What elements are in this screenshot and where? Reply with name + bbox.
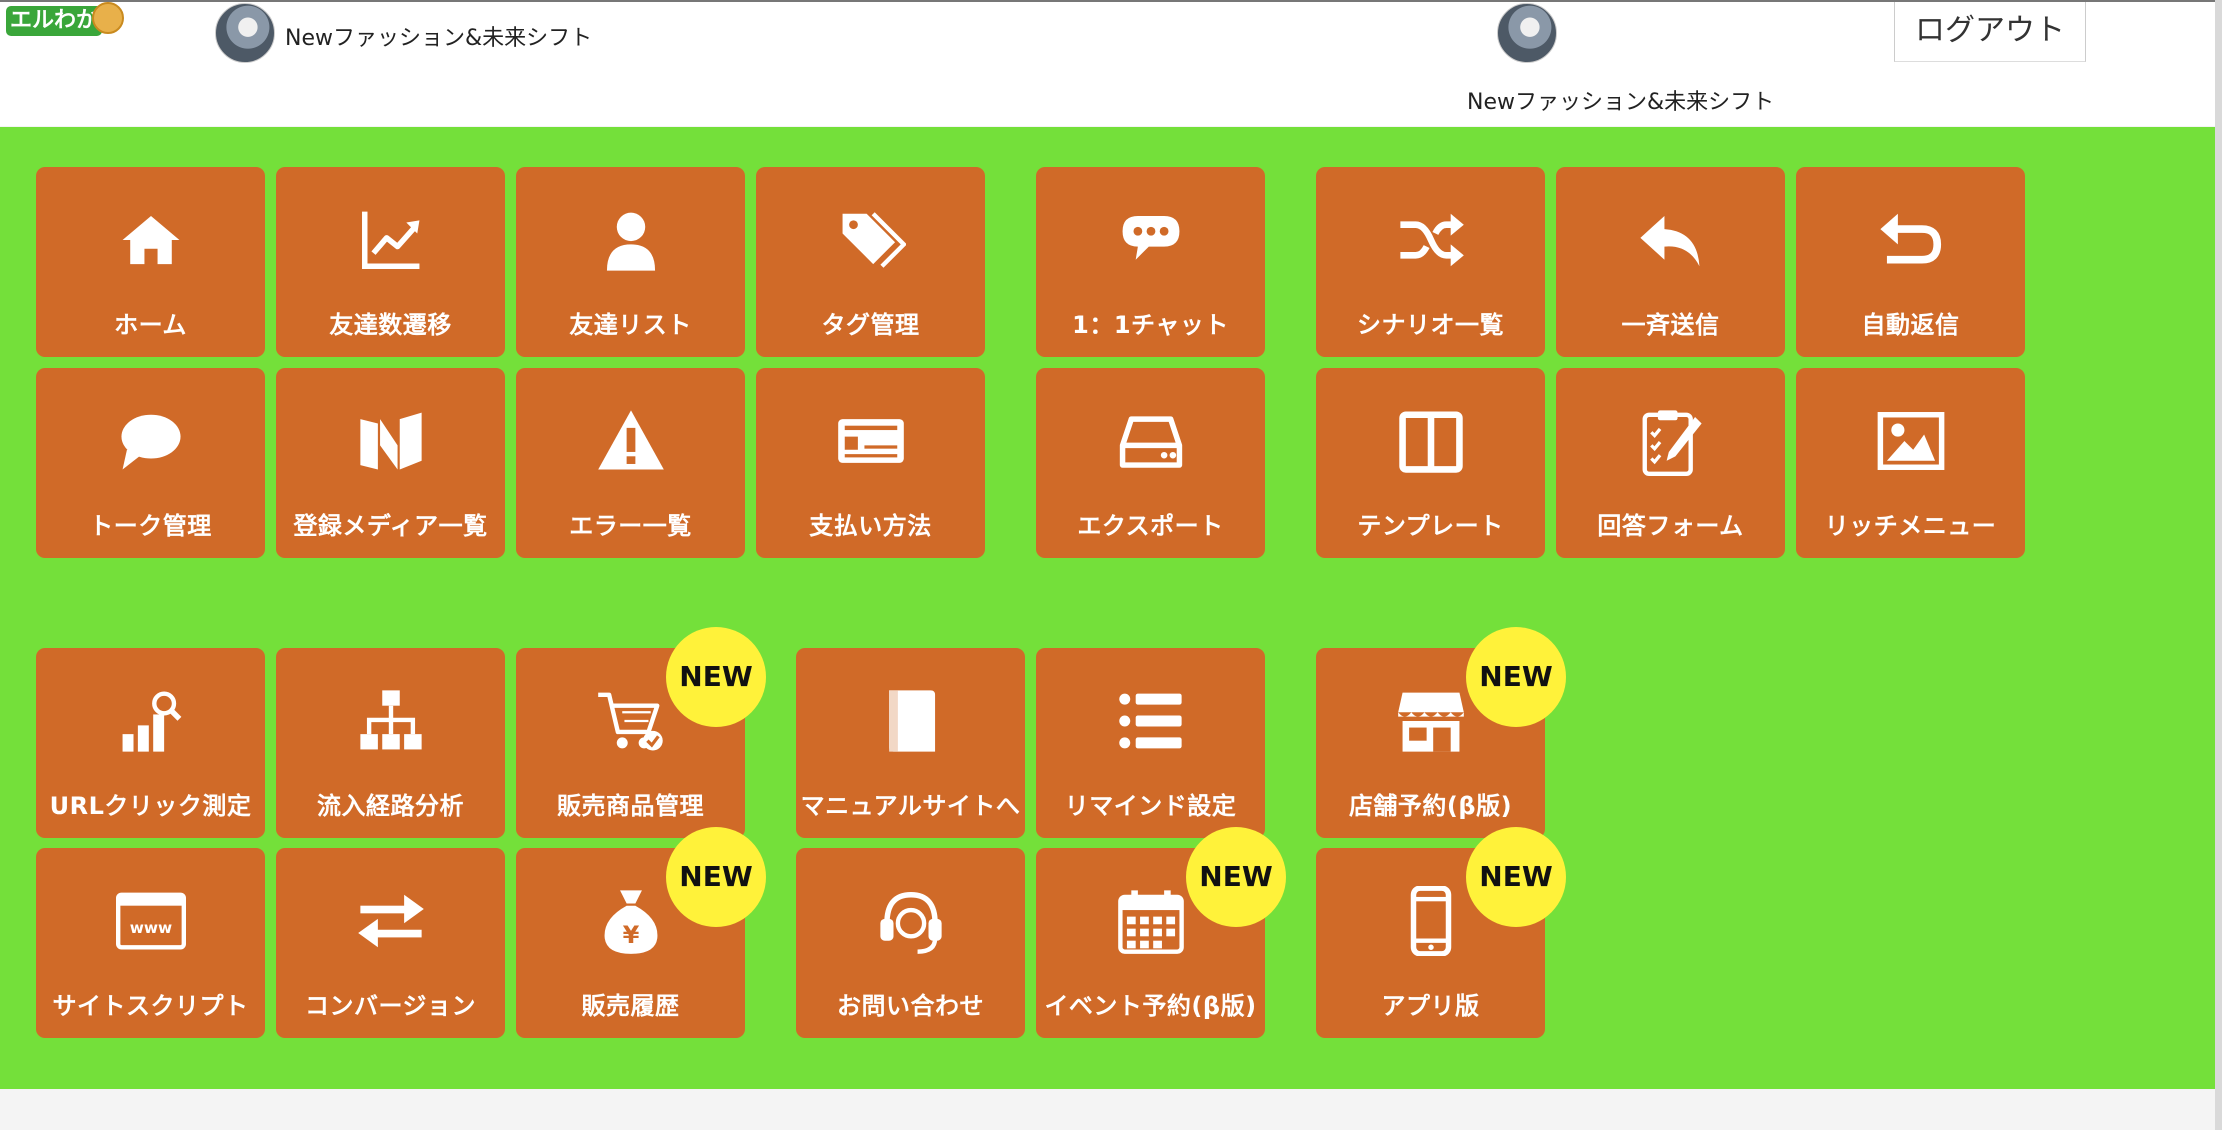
- svg-text:¥: ¥: [622, 921, 639, 949]
- tile-label: リッチメニュー: [1824, 512, 1997, 540]
- tile-home[interactable]: ホーム: [36, 167, 265, 357]
- tile-answer-form[interactable]: 回答フォーム: [1556, 368, 1785, 558]
- tile-label: 1：1チャット: [1072, 311, 1229, 339]
- book-icon: [796, 686, 1025, 756]
- shuffle-icon: [1316, 205, 1545, 275]
- tile-broadcast[interactable]: 一斉送信: [1556, 167, 1785, 357]
- new-badge: NEW: [1466, 627, 1566, 727]
- reply-icon: [1556, 205, 1785, 275]
- clipboard-icon: [1556, 406, 1785, 476]
- tile-label: トーク管理: [89, 512, 212, 540]
- tile-label: 販売商品管理: [557, 792, 704, 820]
- logout-button[interactable]: ログアウト: [1894, 2, 2086, 62]
- new-badge: NEW: [1186, 827, 1286, 927]
- speech-bubble-icon: [36, 406, 265, 476]
- account-name-right: Newファッション&未来シフト: [1467, 90, 1775, 115]
- new-badge: NEW: [666, 827, 766, 927]
- image-icon: [1796, 406, 2025, 476]
- tile-label: 回答フォーム: [1597, 512, 1744, 540]
- tile-friend-list[interactable]: 友達リスト: [516, 167, 745, 357]
- sitemap-icon: [276, 686, 505, 756]
- scrollbar[interactable]: [2215, 0, 2222, 1130]
- tile-manual-site[interactable]: マニュアルサイトへ: [796, 648, 1025, 838]
- tile-label: サイトスクリプト: [52, 992, 249, 1020]
- chat-dots-icon: [1036, 205, 1265, 275]
- tile-url-click[interactable]: URLクリック測定: [36, 648, 265, 838]
- www-icon: www: [36, 886, 265, 956]
- tile-conversion[interactable]: コンバージョン: [276, 848, 505, 1038]
- account-name-left: Newファッション&未来シフト: [285, 26, 593, 51]
- tile-chat[interactable]: 1：1チャット: [1036, 167, 1265, 357]
- warning-icon: [516, 406, 745, 476]
- home-icon: [36, 205, 265, 275]
- tile-rich-menu[interactable]: リッチメニュー: [1796, 368, 2025, 558]
- tags-icon: [756, 205, 985, 275]
- account-avatar-left[interactable]: [215, 3, 275, 63]
- credit-card-icon: [756, 406, 985, 476]
- new-badge: NEW: [666, 627, 766, 727]
- tile-label: お問い合わせ: [837, 992, 984, 1020]
- tile-label: タグ管理: [821, 311, 920, 339]
- tile-label: エラー一覧: [569, 512, 692, 540]
- tile-label: アプリ版: [1381, 992, 1480, 1020]
- tile-label: イベント予約(β版): [1044, 992, 1257, 1020]
- tile-label: シナリオ一覧: [1357, 311, 1504, 339]
- user-icon: [516, 205, 745, 275]
- tile-label: 支払い方法: [809, 512, 932, 540]
- tile-label: 登録メディア一覧: [293, 512, 488, 540]
- tile-payment[interactable]: 支払い方法: [756, 368, 985, 558]
- tile-talk-manage[interactable]: トーク管理: [36, 368, 265, 558]
- tile-contact[interactable]: お問い合わせ: [796, 848, 1025, 1038]
- tile-error-list[interactable]: エラー一覧: [516, 368, 745, 558]
- mascot-icon: [92, 2, 124, 34]
- app-logo[interactable]: エルわか: [6, 6, 102, 36]
- tile-template[interactable]: テンプレート: [1316, 368, 1545, 558]
- tile-label: URLクリック測定: [49, 792, 252, 820]
- undo-icon: [1796, 205, 2025, 275]
- svg-text:www: www: [129, 919, 171, 937]
- tile-label: コンバージョン: [304, 992, 477, 1020]
- account-avatar-right[interactable]: [1497, 3, 1557, 63]
- exchange-icon: [276, 886, 505, 956]
- tile-label: リマインド設定: [1064, 792, 1237, 820]
- drive-icon: [1036, 406, 1265, 476]
- tile-label: テンプレート: [1357, 512, 1504, 540]
- chart-line-icon: [276, 205, 505, 275]
- tile-label: ホーム: [114, 311, 187, 339]
- tile-tag-manage[interactable]: タグ管理: [756, 167, 985, 357]
- tile-auto-reply[interactable]: 自動返信: [1796, 167, 2025, 357]
- tile-label: エクスポート: [1077, 512, 1224, 540]
- tile-media-list[interactable]: 登録メディア一覧: [276, 368, 505, 558]
- headset-icon: [796, 886, 1025, 956]
- new-badge: NEW: [1466, 827, 1566, 927]
- tile-label: 流入経路分析: [317, 792, 464, 820]
- columns-icon: [1316, 406, 1545, 476]
- tile-friend-count[interactable]: 友達数遷移: [276, 167, 505, 357]
- tile-inflow-analysis[interactable]: 流入経路分析: [276, 648, 505, 838]
- tile-label: 一斉送信: [1621, 311, 1720, 339]
- tile-label: 自動返信: [1861, 311, 1960, 339]
- tile-label: 友達数遷移: [329, 311, 452, 339]
- tile-remind-settings[interactable]: リマインド設定: [1036, 648, 1265, 838]
- tile-label: マニュアルサイトへ: [800, 792, 1021, 820]
- analytics-icon: [36, 686, 265, 756]
- tile-label: 友達リスト: [569, 311, 692, 339]
- tile-scenario-list[interactable]: シナリオ一覧: [1316, 167, 1545, 357]
- list-icon: [1036, 686, 1265, 756]
- tile-site-script[interactable]: www サイトスクリプト: [36, 848, 265, 1038]
- tile-label: 店舗予約(β版): [1348, 792, 1513, 820]
- media-icon: [276, 406, 505, 476]
- tile-label: 販売履歴: [581, 992, 680, 1020]
- tile-export[interactable]: エクスポート: [1036, 368, 1265, 558]
